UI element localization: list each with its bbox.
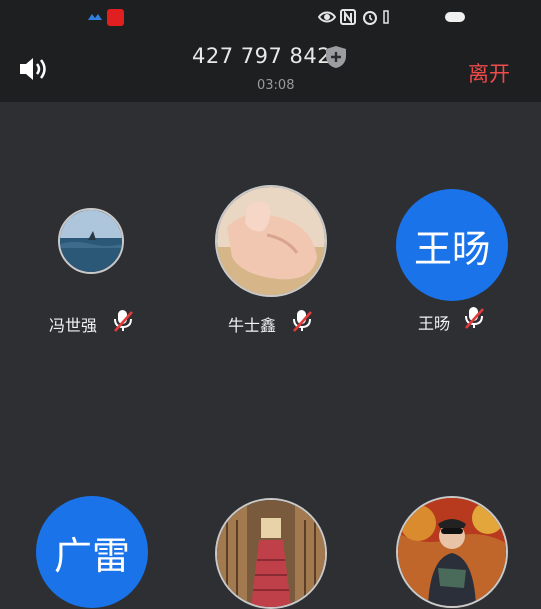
leave-button[interactable]: 离开 (468, 58, 510, 88)
avatar-initials: 广雷 (53, 533, 130, 578)
mic-muted-icon (465, 307, 484, 329)
vibrate-icon (383, 10, 389, 24)
eye-icon (318, 11, 336, 23)
staircase-photo (217, 500, 325, 607)
participant-avatar[interactable] (58, 208, 124, 274)
participant-avatar[interactable]: 广雷 (36, 496, 148, 608)
app-notification-icon (88, 14, 102, 20)
participant-name: 牛士鑫 (228, 316, 277, 335)
sea-photo (60, 210, 122, 272)
status-bar (0, 0, 541, 36)
meeting-duration: 03:08 (257, 78, 295, 93)
baby-hand-photo (217, 187, 325, 295)
nfc-icon (340, 9, 356, 25)
participant-name: 冯世强 (49, 316, 98, 335)
avatar-initials: 王旸 (413, 226, 490, 271)
shield-plus-icon[interactable] (325, 45, 347, 69)
participant-avatar[interactable]: 王旸 (396, 189, 508, 301)
alarm-icon (363, 11, 377, 25)
meeting-id[interactable]: 427 797 842 (192, 44, 331, 68)
participant-avatar[interactable] (215, 185, 327, 297)
participant-avatar[interactable] (396, 496, 508, 608)
person-autumn-photo (398, 498, 506, 606)
participant-avatar[interactable] (215, 498, 327, 609)
speaker-icon[interactable] (18, 55, 50, 83)
participant-name: 王旸 (418, 314, 451, 333)
mic-muted-icon (293, 310, 312, 332)
app-red-badge-icon (107, 9, 124, 26)
mic-muted-icon (114, 310, 133, 332)
battery-icon (445, 12, 465, 22)
